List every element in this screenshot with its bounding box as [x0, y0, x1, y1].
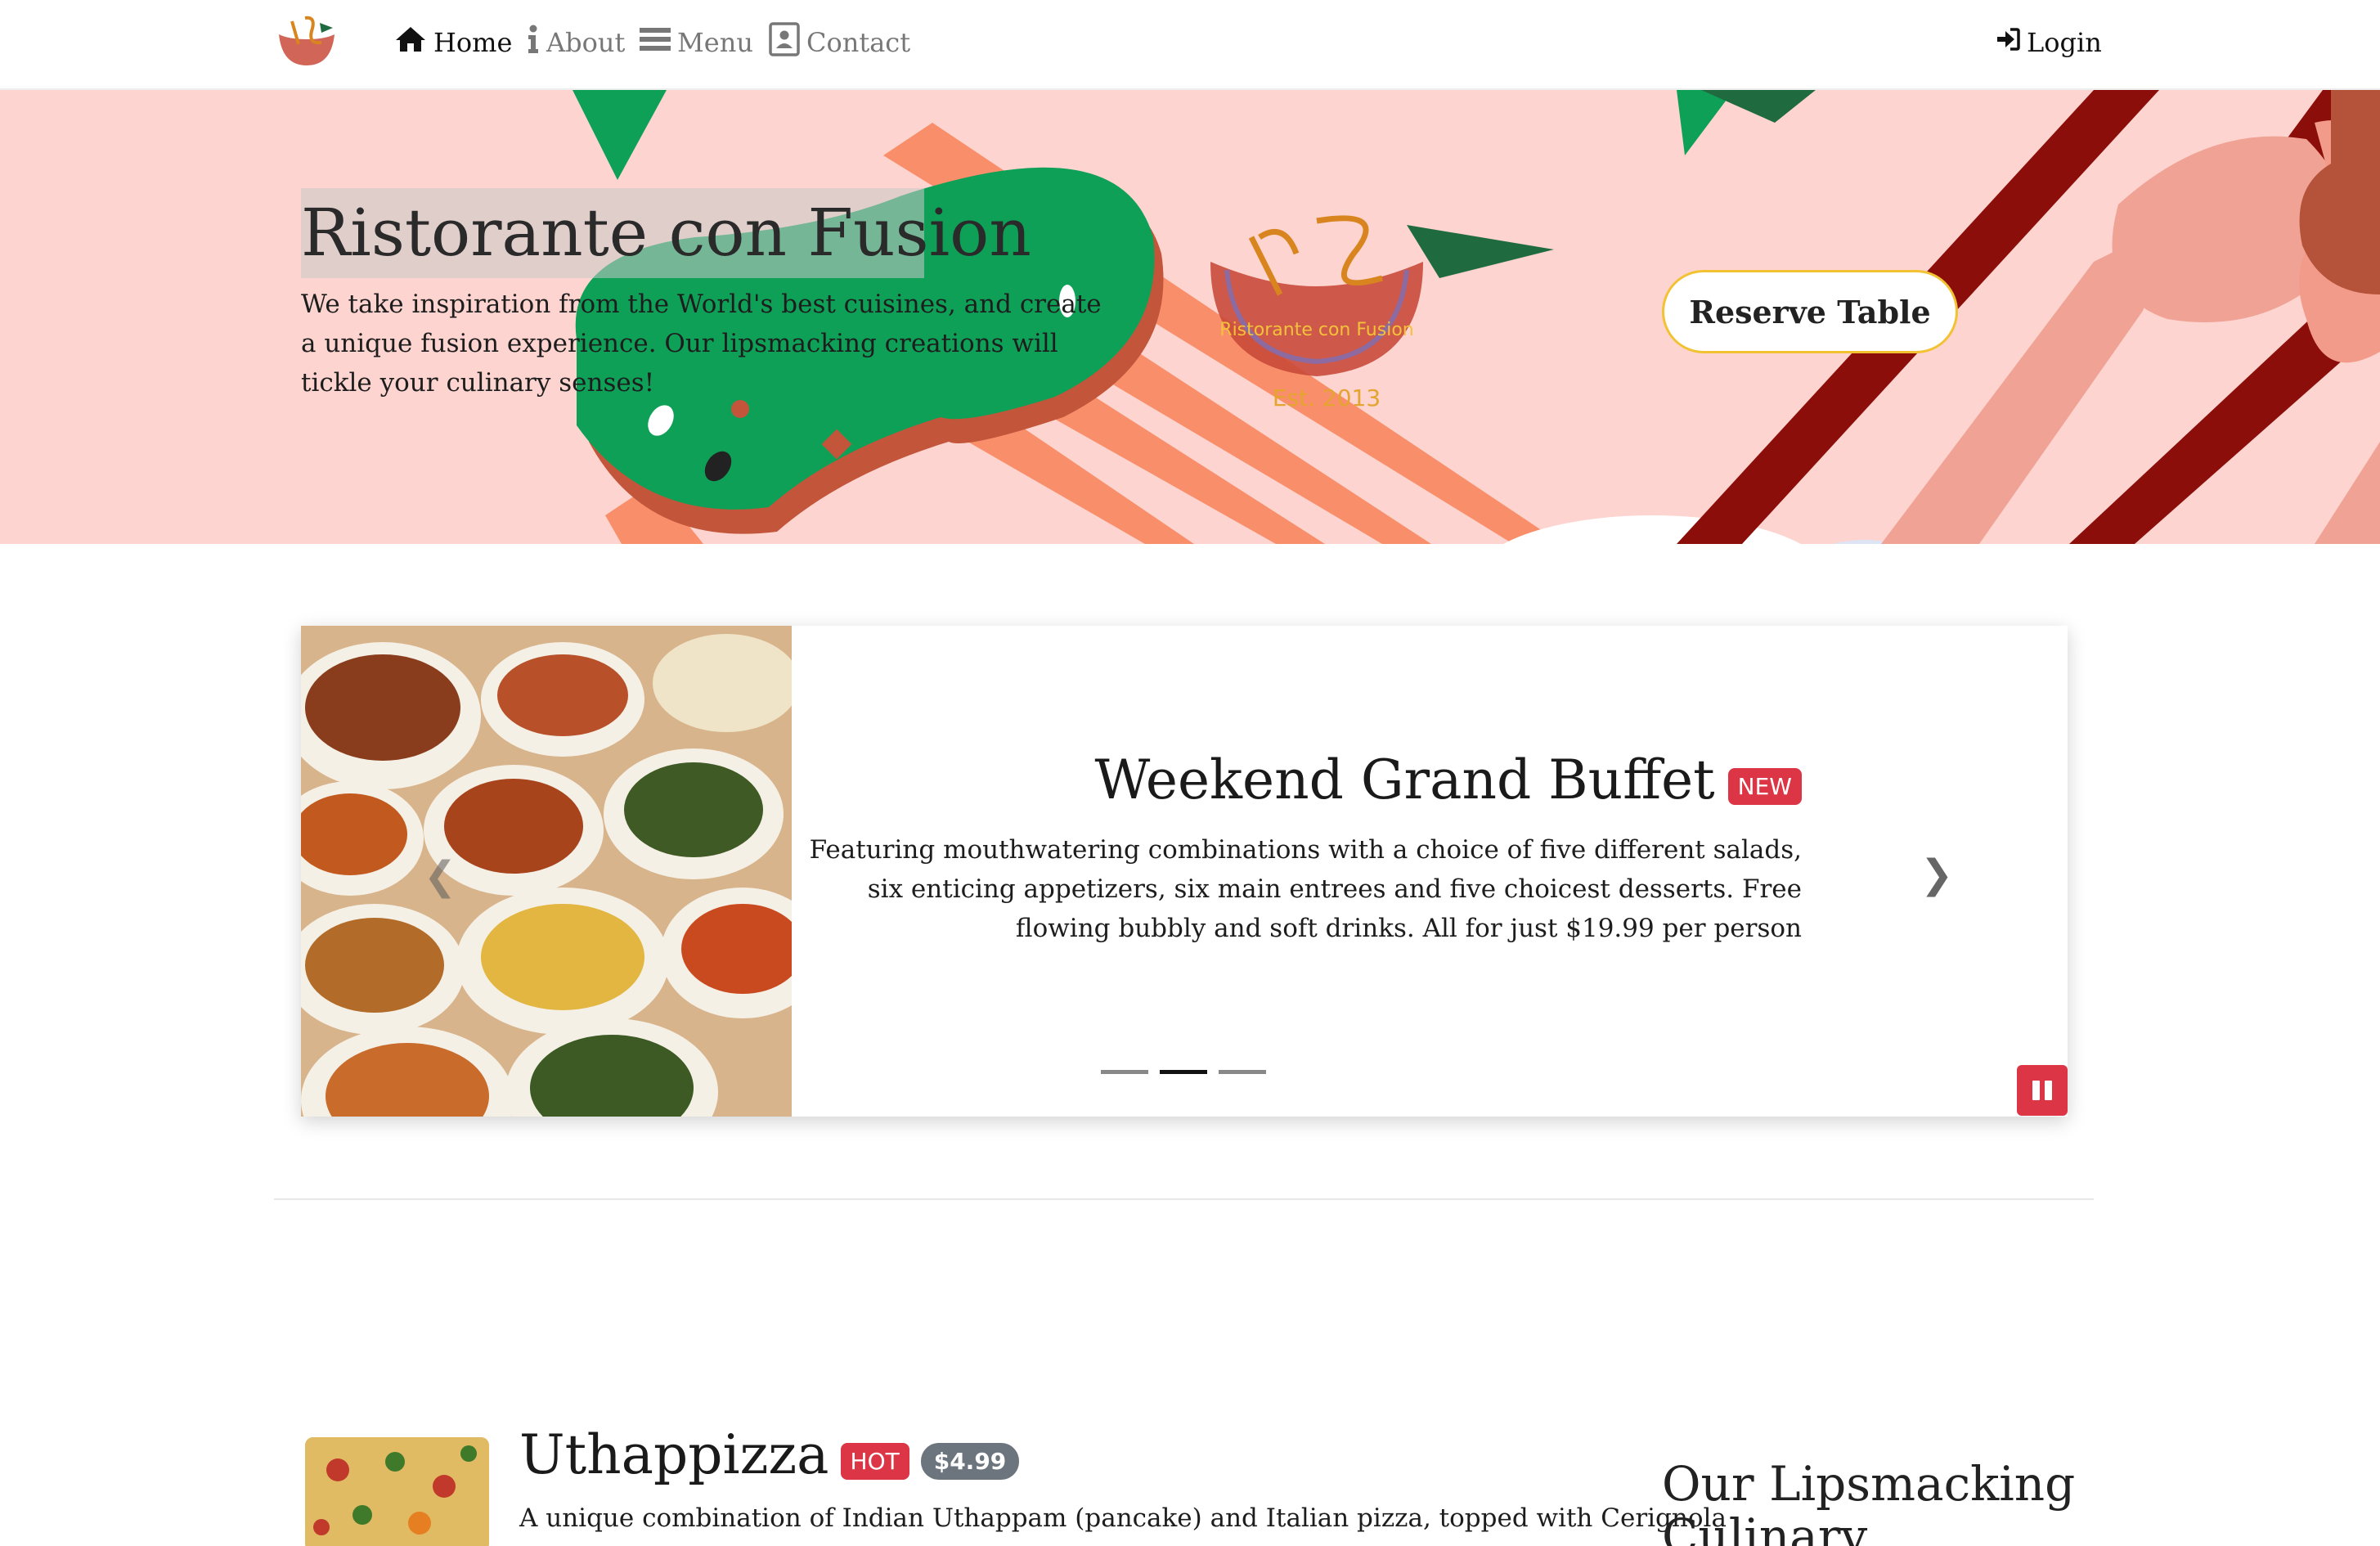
buffet-image [301, 626, 792, 1117]
carousel-heading: Weekend Grand Buffet NEW [1094, 748, 1802, 811]
login-link[interactable]: Login [1996, 23, 2102, 62]
seal-name: Ristorante con Fusion [1219, 320, 1413, 340]
carousel: ❮ Weekend Grand Buffet NEW Featuring mou… [301, 626, 2068, 1117]
carousel-indicator-1[interactable] [1101, 1070, 1148, 1074]
nav-menu-label: Menu [677, 27, 753, 58]
jumbotron: Ristorante con Fusion We take inspiratio… [0, 90, 2380, 544]
navbar: Home About Menu Contact Login [0, 0, 2380, 90]
carousel-next-icon[interactable]: ❯ [1920, 852, 1953, 897]
carousel-heading-text: Weekend Grand Buffet [1094, 748, 1715, 811]
sign-in-icon [1996, 27, 2020, 58]
nav-contact[interactable]: Contact [769, 22, 911, 63]
carousel-indicators [1101, 1070, 1266, 1074]
carousel-pause-button[interactable] [2017, 1065, 2068, 1116]
section-divider [274, 1198, 2094, 1200]
dish-description: A unique combination of Indian Uthappam … [519, 1503, 1727, 1533]
seal-est: Est. 2013 [1273, 384, 1381, 411]
reserve-table-button[interactable]: Reserve Table [1662, 270, 1958, 353]
nav-about[interactable]: About [527, 23, 625, 62]
restaurant-seal-icon: Ristorante con Fusion Est. 2013 [1210, 215, 1423, 411]
jumbotron-logo: Ristorante con Fusion Est. 2013 [1202, 213, 1448, 425]
price-badge: $4.99 [920, 1443, 1020, 1480]
nav-home-label: Home [433, 27, 513, 58]
side-heading: Our Lipsmacking Culinary Creations [1662, 1456, 2076, 1546]
nav-contact-label: Contact [806, 27, 911, 58]
carousel-indicator-2[interactable] [1160, 1070, 1207, 1074]
restaurant-logo-icon [279, 16, 335, 65]
jumbotron-description: We take inspiration from the World's bes… [301, 290, 1102, 398]
new-badge: NEW [1727, 768, 1802, 805]
address-card-icon [769, 22, 800, 63]
list-icon [640, 27, 671, 58]
info-icon [527, 25, 540, 61]
home-icon [394, 25, 427, 60]
carousel-description: Featuring mouthwatering combinations wit… [809, 835, 1802, 943]
nav-home[interactable]: Home [394, 23, 512, 62]
uthappizza-image[interactable] [305, 1437, 489, 1546]
carousel-indicator-3[interactable] [1219, 1070, 1266, 1074]
login-label: Login [2027, 27, 2102, 58]
hot-badge: HOT [840, 1443, 909, 1480]
pause-icon [2032, 1081, 2040, 1100]
pause-icon-bar [2045, 1081, 2052, 1100]
jumbotron-title: Ristorante con Fusion [301, 188, 1031, 278]
brand-logo[interactable] [274, 15, 339, 72]
nav-about-label: About [546, 27, 626, 58]
carousel-prev-icon[interactable]: ❮ [424, 853, 456, 899]
dish-name: Uthappizza [519, 1423, 829, 1486]
nav-menu[interactable]: Menu [640, 23, 753, 62]
dish-title: Uthappizza HOT $4.99 [519, 1423, 1020, 1486]
